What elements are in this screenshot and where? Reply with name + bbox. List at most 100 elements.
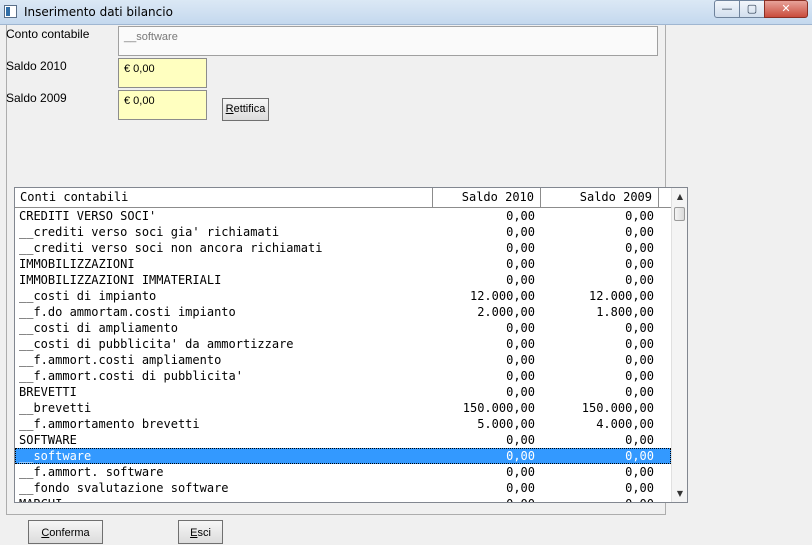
- cell-saldo-2010: 0,00: [506, 369, 535, 383]
- saldo-2010-input[interactable]: € 0,00: [118, 58, 207, 88]
- table-row[interactable]: __costi di impianto 12.000,00 12.000,00: [15, 288, 671, 304]
- cell-conto: __crediti verso soci non ancora richiama…: [19, 241, 323, 255]
- cell-conto: __f.ammortamento brevetti: [19, 417, 200, 431]
- cell-saldo-2009: 0,00: [625, 241, 654, 255]
- cell-saldo-2009: 0,00: [625, 353, 654, 367]
- cell-saldo-2009: 0,00: [625, 481, 654, 495]
- esci-label: sci: [197, 527, 211, 539]
- cell-saldo-2009: 0,00: [625, 433, 654, 447]
- saldo-2010-label: Saldo 2010: [6, 59, 67, 73]
- window-title: Inserimento dati bilancio: [24, 5, 173, 19]
- table-row[interactable]: IMMOBILIZZAZIONI IMMATERIALI 0,00 0,00: [15, 272, 671, 288]
- cell-saldo-2009: 12.000,00: [588, 289, 654, 303]
- cell-conto: BREVETTI: [19, 385, 77, 399]
- cell-conto: IMMOBILIZZAZIONI IMMATERIALI: [19, 273, 222, 287]
- cell-saldo-2010: 12.000,00: [469, 289, 535, 303]
- conto-contabile-field[interactable]: __software: [118, 26, 658, 56]
- cell-conto: __fondo svalutazione software: [19, 481, 229, 495]
- cell-saldo-2010: 0,00: [506, 273, 535, 287]
- cell-saldo-2009: 1.800,00: [596, 305, 654, 319]
- table-row[interactable]: __costi di ampliamento 0,00 0,00: [15, 320, 671, 336]
- close-button[interactable]: ✕: [764, 0, 808, 18]
- cell-saldo-2010: 0,00: [506, 465, 535, 479]
- cell-conto: __costi di ampliamento: [19, 321, 178, 335]
- cell-saldo-2009: 0,00: [625, 225, 654, 239]
- cell-saldo-2010: 150.000,00: [462, 401, 535, 415]
- cell-conto: __f.do ammortam.costi impianto: [19, 305, 236, 319]
- grid-rows: CREDITI VERSO SOCI' 0,00 0,00 __crediti ver…: [15, 208, 671, 502]
- cell-saldo-2009: 0,00: [625, 209, 654, 223]
- table-row[interactable]: IMMOBILIZZAZIONI 0,00 0,00: [15, 256, 671, 272]
- cell-conto: __f.ammort.costi di pubblicita': [19, 369, 243, 383]
- table-row[interactable]: __f.do ammortam.costi impianto 2.000,00 1.…: [15, 304, 671, 320]
- cell-saldo-2010: 0,00: [506, 433, 535, 447]
- app-icon: [4, 5, 17, 18]
- cell-conto: __software: [19, 449, 92, 463]
- cell-saldo-2010: 0,00: [506, 209, 535, 223]
- cell-conto: CREDITI VERSO SOCI': [19, 209, 157, 223]
- rettifica-mnemonic: R: [225, 103, 234, 115]
- rettifica-button[interactable]: Rettifica: [222, 98, 269, 121]
- cell-saldo-2009: 4.000,00: [596, 417, 654, 431]
- saldo-2009-label: Saldo 2009: [6, 91, 67, 105]
- conferma-button[interactable]: Conferma: [28, 520, 103, 544]
- table-row[interactable]: SOFTWARE 0,00 0,00: [15, 432, 671, 448]
- cell-conto: __f.ammort.costi ampliamento: [19, 353, 222, 367]
- cell-saldo-2010: 0,00: [506, 257, 535, 271]
- cell-saldo-2010: 0,00: [506, 353, 535, 367]
- table-row[interactable]: __f.ammort. software 0,00 0,00: [15, 464, 671, 480]
- cell-saldo-2010: 0,00: [506, 321, 535, 335]
- cell-saldo-2009: 150.000,00: [581, 401, 654, 415]
- cell-conto: MARCHI: [19, 496, 62, 502]
- cell-saldo-2010: 0,00: [506, 225, 535, 239]
- esci-button[interactable]: Esci: [178, 520, 223, 544]
- maximize-button[interactable]: ▢: [739, 0, 765, 18]
- table-row[interactable]: __brevetti 150.000,00 150.000,00: [15, 400, 671, 416]
- table-row[interactable]: MARCHI 0,00 0,00: [15, 496, 671, 502]
- column-header-saldo-2010[interactable]: Saldo 2010: [433, 188, 541, 207]
- table-row[interactable]: __costi di pubblicita' da ammortizzare 0,…: [15, 336, 671, 352]
- scroll-thumb[interactable]: [674, 207, 685, 221]
- table-row[interactable]: BREVETTI 0,00 0,00: [15, 384, 671, 400]
- cell-saldo-2009: 0,00: [625, 449, 654, 463]
- table-row[interactable]: __f.ammort.costi ampliamento 0,00 0,00: [15, 352, 671, 368]
- cell-saldo-2010: 0,00: [506, 449, 535, 463]
- cell-saldo-2010: 2.000,00: [477, 305, 535, 319]
- cell-saldo-2010: 0,00: [506, 241, 535, 255]
- column-header-saldo-2009[interactable]: Saldo 2009: [541, 188, 659, 207]
- table-row[interactable]: __f.ammort.costi di pubblicita' 0,00 0,00: [15, 368, 671, 384]
- conti-grid[interactable]: Conti contabili Saldo 2010 Saldo 2009 CR…: [14, 187, 688, 503]
- minimize-button[interactable]: —: [714, 0, 740, 18]
- title-bar: Inserimento dati bilancio — ▢ ✕: [0, 0, 812, 25]
- cell-saldo-2009: 0,00: [625, 465, 654, 479]
- cell-saldo-2010: 5.000,00: [477, 417, 535, 431]
- table-row[interactable]: __crediti verso soci gia' richiamati 0,00…: [15, 224, 671, 240]
- table-row[interactable]: __f.ammortamento brevetti 5.000,00 4.000,0…: [15, 416, 671, 432]
- scroll-up-icon[interactable]: ▲: [672, 189, 687, 205]
- table-row[interactable]: CREDITI VERSO SOCI' 0,00 0,00: [15, 208, 671, 224]
- cell-conto: __costi di impianto: [19, 289, 157, 303]
- conferma-label: onferma: [49, 527, 90, 539]
- table-row[interactable]: __software 0,00 0,00: [15, 448, 671, 464]
- column-header-conti[interactable]: Conti contabili: [15, 188, 433, 207]
- rettifica-label: ettifica: [233, 103, 266, 115]
- table-row[interactable]: __fondo svalutazione software 0,00 0,00: [15, 480, 671, 496]
- cell-conto: __f.ammort. software: [19, 465, 164, 479]
- cell-saldo-2010: 0,00: [506, 385, 535, 399]
- cell-conto: SOFTWARE: [19, 433, 77, 447]
- cell-saldo-2010: 0,00: [506, 481, 535, 495]
- cell-saldo-2009: 0,00: [625, 321, 654, 335]
- scroll-down-icon[interactable]: ▼: [672, 486, 687, 502]
- cell-conto: __brevetti: [19, 401, 92, 415]
- cell-saldo-2010: 0,00: [506, 337, 535, 351]
- cell-conto: IMMOBILIZZAZIONI: [19, 257, 135, 271]
- cell-saldo-2009: 0,00: [551, 496, 654, 502]
- cell-saldo-2009: 0,00: [625, 369, 654, 383]
- cell-saldo-2009: 0,00: [625, 385, 654, 399]
- saldo-2009-input[interactable]: € 0,00: [118, 90, 207, 120]
- cell-saldo-2009: 0,00: [625, 273, 654, 287]
- table-row[interactable]: __crediti verso soci non ancora richiama…: [15, 240, 671, 256]
- vertical-scrollbar[interactable]: ▲ ▼: [671, 188, 687, 502]
- cell-conto: __crediti verso soci gia' richiamati: [19, 225, 280, 239]
- cell-saldo-2010: 0,00: [433, 496, 535, 502]
